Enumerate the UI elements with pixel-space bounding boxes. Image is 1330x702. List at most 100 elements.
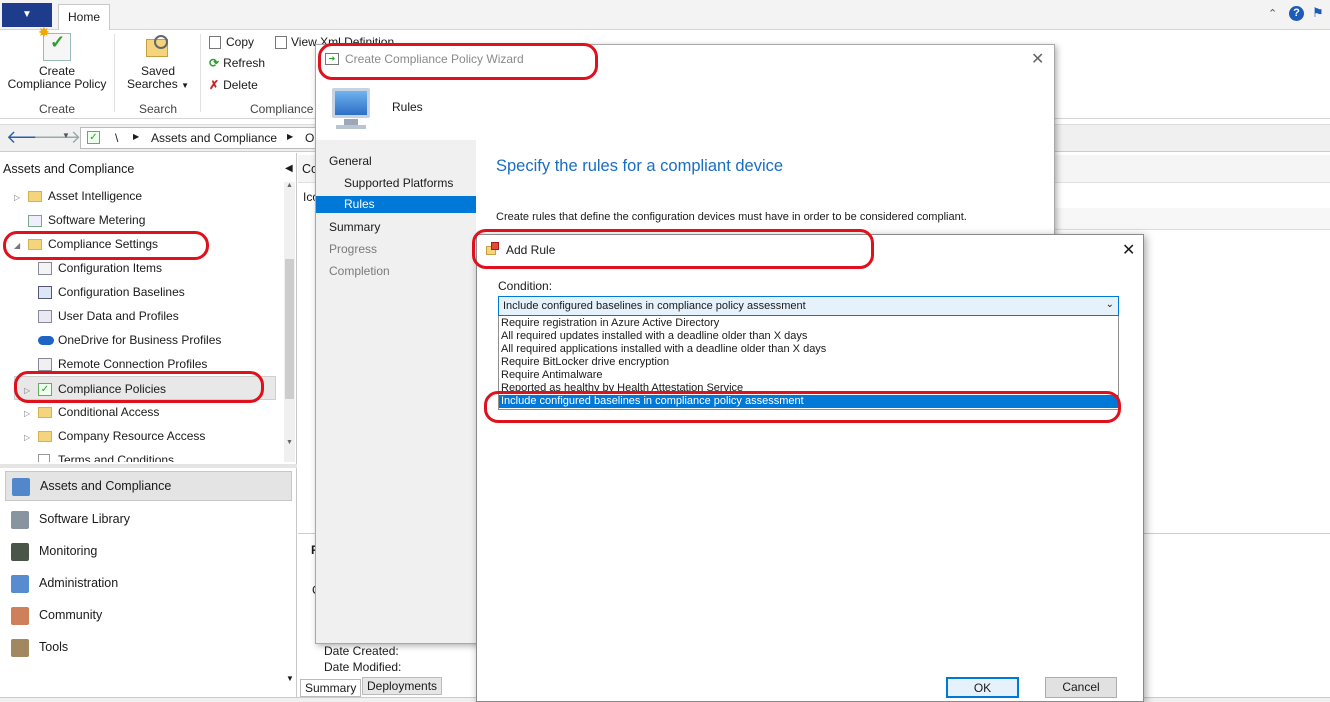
tree-item-configuration-items[interactable]: Configuration Items xyxy=(0,256,283,280)
workspace-software-library[interactable]: Software Library xyxy=(5,503,292,535)
tree-item-software-metering[interactable]: Software Metering xyxy=(0,208,283,232)
workspace-monitoring[interactable]: Monitoring xyxy=(5,535,292,567)
scroll-down-icon[interactable]: ▼ xyxy=(284,439,295,446)
admin-icon xyxy=(11,574,29,593)
condition-option[interactable]: All required applications installed with… xyxy=(499,343,1118,356)
document-icon xyxy=(38,453,58,462)
breadcrumb-root-icon: ✓ xyxy=(87,131,100,144)
condition-option[interactable]: Require BitLocker drive encryption xyxy=(499,356,1118,369)
breadcrumb-overview[interactable]: O xyxy=(305,131,314,145)
workspace-tools[interactable]: Tools xyxy=(5,631,292,663)
add-rule-close-icon[interactable]: ✕ xyxy=(1122,240,1135,260)
config-item-icon xyxy=(38,261,58,276)
expand-arrow-icon[interactable]: ▷ xyxy=(24,426,38,450)
tree-item-compliance-policies[interactable]: ▷ ✓ Compliance Policies xyxy=(14,376,276,400)
wizard-title-icon: ➜ xyxy=(325,53,339,65)
collapse-ribbon-icon[interactable]: ⌃ xyxy=(1268,7,1277,20)
tree-item-asset-intelligence[interactable]: ▷ Asset Intelligence xyxy=(0,184,283,208)
tab-deployments[interactable]: Deployments xyxy=(362,677,443,695)
expanded-arrow-icon[interactable]: ◢ xyxy=(14,234,28,258)
new-policy-icon: ✓ ✸ xyxy=(38,25,71,61)
tree-item-label: Compliance Settings xyxy=(48,237,159,251)
tree-item-terms-and-conditions[interactable]: Terms and Conditions xyxy=(0,448,283,462)
breadcrumb[interactable]: ✓ \ ▶ Assets and Compliance ▶ O xyxy=(80,127,330,149)
tree-scrollbar[interactable]: ▲ ▼ xyxy=(284,182,295,462)
tree-item-company-resource-access[interactable]: ▷ Company Resource Access xyxy=(0,424,283,448)
wizard-step-general[interactable]: General xyxy=(329,150,372,172)
condition-select[interactable]: Include configured baselines in complian… xyxy=(498,296,1119,316)
tree-item-label: Conditional Access xyxy=(58,405,160,419)
tree-item-label: Remote Connection Profiles xyxy=(58,357,208,371)
workspace-community[interactable]: Community xyxy=(5,599,292,631)
tree-item-label: Compliance Policies xyxy=(58,382,167,396)
tree-item-label: Configuration Baselines xyxy=(58,285,185,299)
breadcrumb-separator-icon: ▶ xyxy=(133,132,140,141)
wizard-step-summary[interactable]: Summary xyxy=(329,216,380,238)
breadcrumb-root[interactable]: \ xyxy=(115,131,118,145)
delete-icon: ✗ xyxy=(209,78,220,92)
tree-item-user-data-and-profiles[interactable]: User Data and Profiles xyxy=(0,304,283,328)
wizard-step-rules[interactable]: Rules xyxy=(316,196,476,213)
remote-icon xyxy=(38,357,58,372)
community-icon xyxy=(11,606,29,625)
tree-item-conditional-access[interactable]: ▷ Conditional Access xyxy=(0,400,283,424)
breadcrumb-assets[interactable]: Assets and Compliance xyxy=(151,131,277,145)
tab-home[interactable]: Home xyxy=(58,4,110,31)
ok-button[interactable]: OK xyxy=(946,677,1019,698)
wizard-heading: Specify the rules for a compliant device xyxy=(496,157,784,175)
workspace-administration[interactable]: Administration xyxy=(5,567,292,599)
workspace-label: Monitoring xyxy=(39,544,98,558)
workspace-label: Community xyxy=(39,608,103,622)
condition-option[interactable]: Require registration in Azure Active Dir… xyxy=(499,317,1118,330)
condition-options-list: Require registration in Azure Active Dir… xyxy=(498,316,1119,410)
delete-button[interactable]: ✗ Delete xyxy=(209,77,258,95)
tree-item-configuration-baselines[interactable]: Configuration Baselines xyxy=(0,280,283,304)
computer-icon xyxy=(328,86,376,132)
workspace-list: Assets and Compliance Software Library Mon… xyxy=(5,471,292,663)
history-dropdown-icon[interactable]: ▼ xyxy=(62,131,70,140)
expand-arrow-icon[interactable]: ▷ xyxy=(14,186,28,210)
copy-button[interactable]: Copy xyxy=(209,34,254,52)
column-header-row xyxy=(1055,208,1330,230)
saved-searches-button[interactable]: Saved Searches ▼ xyxy=(122,33,194,95)
feedback-flag-icon[interactable]: ⚑ xyxy=(1312,5,1324,21)
tree-item-label: Software Metering xyxy=(48,213,146,227)
search-group-label: Search xyxy=(138,102,178,116)
splitter[interactable] xyxy=(0,464,297,468)
condition-option[interactable]: All required updates installed with a de… xyxy=(499,330,1118,343)
workspace-label: Tools xyxy=(39,640,69,654)
wizard-step-supported-platforms[interactable]: Supported Platforms xyxy=(329,172,453,194)
checkmark-icon: ✓ xyxy=(38,382,58,397)
scroll-thumb[interactable] xyxy=(285,259,294,399)
expand-arrow-icon[interactable]: ▷ xyxy=(24,402,38,426)
monitor-icon xyxy=(11,542,29,561)
copy-icon xyxy=(209,36,221,50)
dropdown-arrow-icon: ▼ xyxy=(181,81,189,90)
metering-icon xyxy=(28,213,48,227)
wizard-step-progress[interactable]: Progress xyxy=(329,238,377,260)
tab-summary[interactable]: Summary xyxy=(300,679,362,697)
cloud-icon xyxy=(38,333,58,347)
help-icon[interactable]: ? xyxy=(1289,6,1304,21)
workspace-more-icon[interactable]: ▼ xyxy=(286,674,294,683)
condition-option[interactable]: Require Antimalware xyxy=(499,369,1118,382)
scroll-up-icon[interactable]: ▲ xyxy=(284,182,295,189)
wizard-title: Create Compliance Policy Wizard xyxy=(345,52,524,66)
refresh-button[interactable]: ⟳ Refresh xyxy=(209,55,265,73)
create-label-2: Compliance Policy xyxy=(7,77,107,91)
wizard-close-icon[interactable]: ✕ xyxy=(1031,49,1044,69)
collapse-pane-icon[interactable]: ◀ xyxy=(285,163,293,174)
condition-option[interactable]: Reported as healthy by Health Attestatio… xyxy=(499,382,1118,395)
workspace-assets-and-compliance[interactable]: Assets and Compliance xyxy=(5,471,292,501)
date-created-label: Date Created: xyxy=(324,644,399,658)
tree-item-compliance-settings[interactable]: ◢ Compliance Settings xyxy=(0,232,283,256)
cancel-button[interactable]: Cancel xyxy=(1045,677,1117,698)
condition-option[interactable]: Include configured baselines in complian… xyxy=(499,395,1118,408)
tree-item-onedrive-for-business-profiles[interactable]: OneDrive for Business Profiles xyxy=(0,328,283,352)
forward-arrow-icon[interactable]: 🡒 xyxy=(33,127,81,147)
wizard-steps: General Supported Platforms Rules Summary Pr… xyxy=(316,140,476,643)
tree-item-remote-connection-profiles[interactable]: Remote Connection Profiles xyxy=(0,352,283,376)
create-compliance-policy-button[interactable]: ✓ ✸ Create Compliance Policy xyxy=(5,25,109,95)
wizard-step-completion[interactable]: Completion xyxy=(329,260,390,282)
chevron-down-icon: ⌄ xyxy=(1105,299,1114,310)
